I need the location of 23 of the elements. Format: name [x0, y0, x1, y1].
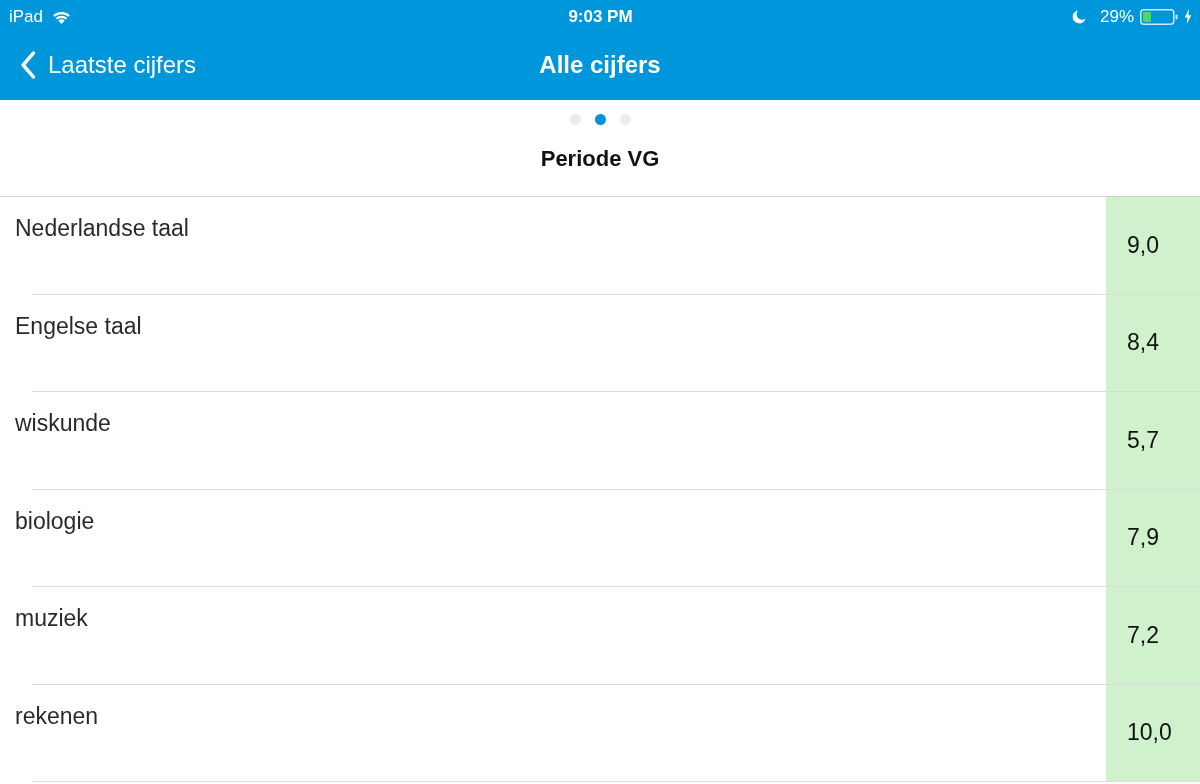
grade-cell: 7,9	[1106, 489, 1200, 586]
subject-name: wiskunde	[15, 409, 112, 438]
moon-icon	[1071, 9, 1086, 24]
back-button[interactable]: Laatste cijfers	[0, 46, 260, 83]
grade-cell: 8,4	[1106, 294, 1200, 391]
page-dot-icon[interactable]	[594, 114, 606, 125]
grade-cell: 5,7	[1106, 392, 1200, 489]
nav-title: Alle cijfers	[539, 50, 661, 79]
grade-cell: 7,2	[1106, 587, 1200, 684]
battery-icon	[1140, 8, 1178, 25]
device-name: iPad	[9, 6, 44, 27]
subject-name: biologie	[15, 506, 96, 536]
grade-cell: 10,0	[1106, 684, 1200, 781]
grade-cell: 9,0	[1106, 197, 1200, 294]
clock-time: 9:03 PM	[568, 6, 633, 27]
lightning-bolt-icon	[1184, 9, 1192, 24]
subject-name: Engelse taal	[15, 311, 143, 341]
battery-percent: 29%	[1099, 6, 1134, 27]
subject-name: muziek	[15, 604, 89, 633]
subject-name: rekenen	[15, 701, 100, 731]
subject-name: Nederlandse taal	[15, 214, 190, 243]
wifi-icon	[52, 9, 72, 24]
section-title: Periode VG	[540, 146, 660, 172]
